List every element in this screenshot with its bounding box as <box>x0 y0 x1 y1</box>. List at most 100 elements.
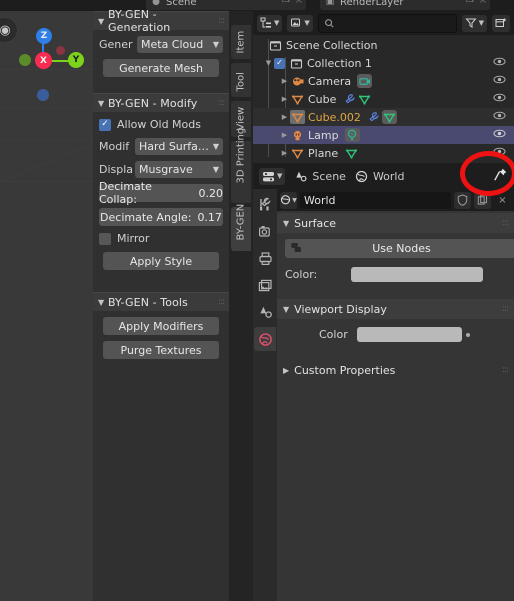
tab-world[interactable] <box>254 327 276 351</box>
visibility-eye-icon[interactable] <box>493 56 506 70</box>
outliner-display-mode-icon[interactable]: ▼ <box>257 14 283 32</box>
panel-header-tools[interactable]: ▼ BY-GEN - Tools ::: <box>93 292 229 311</box>
gizmo-axis-y[interactable]: Y <box>68 52 84 68</box>
visibility-eye-icon[interactable] <box>493 128 506 142</box>
viewport-3d[interactable]: ◉ Z Y X <box>0 11 93 601</box>
tab-output[interactable] <box>254 246 276 270</box>
gizmo-minus-x[interactable] <box>19 54 31 66</box>
duplicate-icon[interactable]: ❐ <box>466 0 474 5</box>
close-icon[interactable]: × <box>295 0 303 6</box>
visibility-eye-icon[interactable] <box>493 110 506 124</box>
animate-property-dot[interactable] <box>465 332 470 337</box>
visibility-eye-icon[interactable] <box>493 146 506 160</box>
decimate-angle-slider[interactable]: Decimate Angle: 0.17 <box>99 208 223 226</box>
properties-content: ▼ World × ▼ Surface::: Use Nodes Color:… <box>277 189 514 601</box>
navigation-gizmo[interactable]: Z Y X <box>14 16 84 101</box>
mesh-data-icon[interactable] <box>357 92 372 106</box>
camera-data-icon[interactable] <box>357 74 373 88</box>
apply-style-button[interactable]: Apply Style <box>103 252 219 270</box>
outliner-row-cube-002[interactable]: ▶ Cube.002 <box>253 108 514 126</box>
visibility-eye-icon[interactable] <box>493 74 506 88</box>
displacement-dropdown[interactable]: Musgrave ▼ <box>135 161 223 178</box>
gizmo-axis-z[interactable]: Z <box>36 28 52 44</box>
visibility-eye-icon[interactable] <box>493 92 506 106</box>
purge-textures-button[interactable]: Purge Textures <box>103 341 219 359</box>
pin-icon[interactable] <box>493 167 508 185</box>
topbar-viewlayer-label: RenderLayer <box>340 0 404 8</box>
section-header-viewport-display[interactable]: ▼ Viewport Display ::: <box>277 299 514 319</box>
world-name-field[interactable]: World <box>300 191 451 209</box>
chevron-right-icon[interactable]: ▶ <box>279 77 290 85</box>
collection-icon <box>268 38 283 52</box>
light-object-icon <box>290 128 305 142</box>
chevron-down-icon[interactable]: ▼ <box>263 59 274 67</box>
chevron-right-icon[interactable]: ▶ <box>279 149 290 157</box>
browse-world-icon[interactable]: ▼ <box>280 191 297 209</box>
properties-editor: ▼ Scene World ▼ World × ▼ Surface::: Us… <box>253 163 514 601</box>
collection-enable-checkbox[interactable]: ✓ <box>274 57 285 69</box>
viewport-color-row: Color <box>285 327 514 342</box>
chevron-right-icon[interactable]: ▶ <box>279 95 290 103</box>
panel-header-modify[interactable]: ▼ BY-GEN - Modify ::: <box>93 93 229 112</box>
id-type-filter-icon[interactable]: ▼ <box>287 14 313 32</box>
sidebar-item-tool[interactable]: Tool <box>231 63 251 97</box>
decimate-angle-label: Decimate Angle: <box>100 210 192 224</box>
allow-old-mods-checkbox[interactable]: ✓ <box>99 118 111 131</box>
tab-scene[interactable] <box>254 300 276 324</box>
allow-old-mods-row[interactable]: ✓ Allow Old Mods <box>99 118 223 131</box>
breadcrumb-scene[interactable]: Scene <box>294 170 346 183</box>
modifier-wrench-icon[interactable] <box>342 92 357 106</box>
sidebar-item-bygen[interactable]: BY-GEN <box>231 204 251 251</box>
sidebar-item-3d-printing[interactable]: 3D Printing <box>231 128 251 203</box>
new-collection-icon[interactable] <box>492 14 510 32</box>
new-world-icon[interactable] <box>474 191 491 209</box>
mesh-data-icon[interactable] <box>344 146 359 160</box>
chevron-right-icon[interactable]: ▶ <box>279 113 290 121</box>
funnel-filter-icon[interactable]: ▼ <box>461 14 487 32</box>
panel-header-generation[interactable]: ▼ BY-GEN - Generation ::: <box>93 8 229 34</box>
gizmo-axis-x[interactable]: X <box>35 52 52 69</box>
mirror-checkbox[interactable] <box>99 232 111 245</box>
decimate-collapse-slider[interactable]: Decimate Collap: 0.20 <box>99 180 223 206</box>
chevron-right-icon[interactable]: ▶ <box>279 131 290 139</box>
use-nodes-button[interactable]: Use Nodes <box>285 239 514 258</box>
outliner-row-collection-1[interactable]: ▼ ✓ Collection 1 <box>253 54 514 72</box>
section-header-custom-properties[interactable]: ▶ Custom Properties ::: <box>277 360 514 380</box>
modifier-wrench-icon[interactable] <box>367 110 382 124</box>
properties-editor-icon[interactable]: ▼ <box>259 167 286 185</box>
light-data-icon[interactable] <box>344 128 360 142</box>
section-title: Viewport Display <box>294 302 387 316</box>
duplicate-icon[interactable]: ❐ <box>282 0 290 5</box>
outliner-row-scene-collection[interactable]: Scene Collection <box>253 36 514 54</box>
apply-modifiers-button[interactable]: Apply Modifiers <box>103 317 219 335</box>
gizmo-minus-z[interactable] <box>37 89 49 101</box>
tab-view-layer[interactable] <box>254 273 276 297</box>
unlink-x-icon[interactable]: × <box>494 192 511 209</box>
mesh-data-icon[interactable] <box>381 110 397 124</box>
modifier-dropdown[interactable]: Hard Surface F... ▼ <box>135 138 223 155</box>
outliner-row-lamp[interactable]: ▶ Lamp <box>253 126 514 144</box>
topbar-viewlayer-field[interactable]: ▣ RenderLayer ❐ × <box>320 0 490 10</box>
outliner-row-camera[interactable]: ▶ Camera <box>253 72 514 90</box>
outliner-row-label: Camera <box>308 74 352 88</box>
outliner-row-cube[interactable]: ▶ Cube <box>253 90 514 108</box>
surface-color-swatch[interactable] <box>351 267 484 282</box>
shield-fake-user-icon[interactable] <box>454 191 471 209</box>
topbar-scene-label: Scene <box>166 0 197 8</box>
breadcrumb-world[interactable]: World <box>355 170 404 183</box>
viewport-color-swatch[interactable] <box>356 327 462 342</box>
scene-cone-icon <box>259 306 272 318</box>
generate-mesh-button[interactable]: Generate Mesh <box>103 59 219 77</box>
sidebar-tab-strip: Item Tool View 3D Printing BY-GEN <box>229 11 253 601</box>
tab-tool[interactable] <box>254 192 276 216</box>
close-icon[interactable]: × <box>479 0 487 6</box>
outliner-row-label: Cube <box>308 92 337 106</box>
sidebar-item-item[interactable]: Item <box>231 25 251 59</box>
mirror-row[interactable]: Mirror <box>99 232 223 245</box>
section-header-surface[interactable]: ▼ Surface ::: <box>277 213 514 233</box>
search-input[interactable] <box>317 13 457 33</box>
generator-dropdown[interactable]: Meta Cloud ▼ <box>137 36 223 53</box>
gizmo-minus-y[interactable] <box>56 46 65 55</box>
tab-render[interactable] <box>254 219 276 243</box>
outliner-row-plane[interactable]: ▶ Plane <box>253 144 514 162</box>
